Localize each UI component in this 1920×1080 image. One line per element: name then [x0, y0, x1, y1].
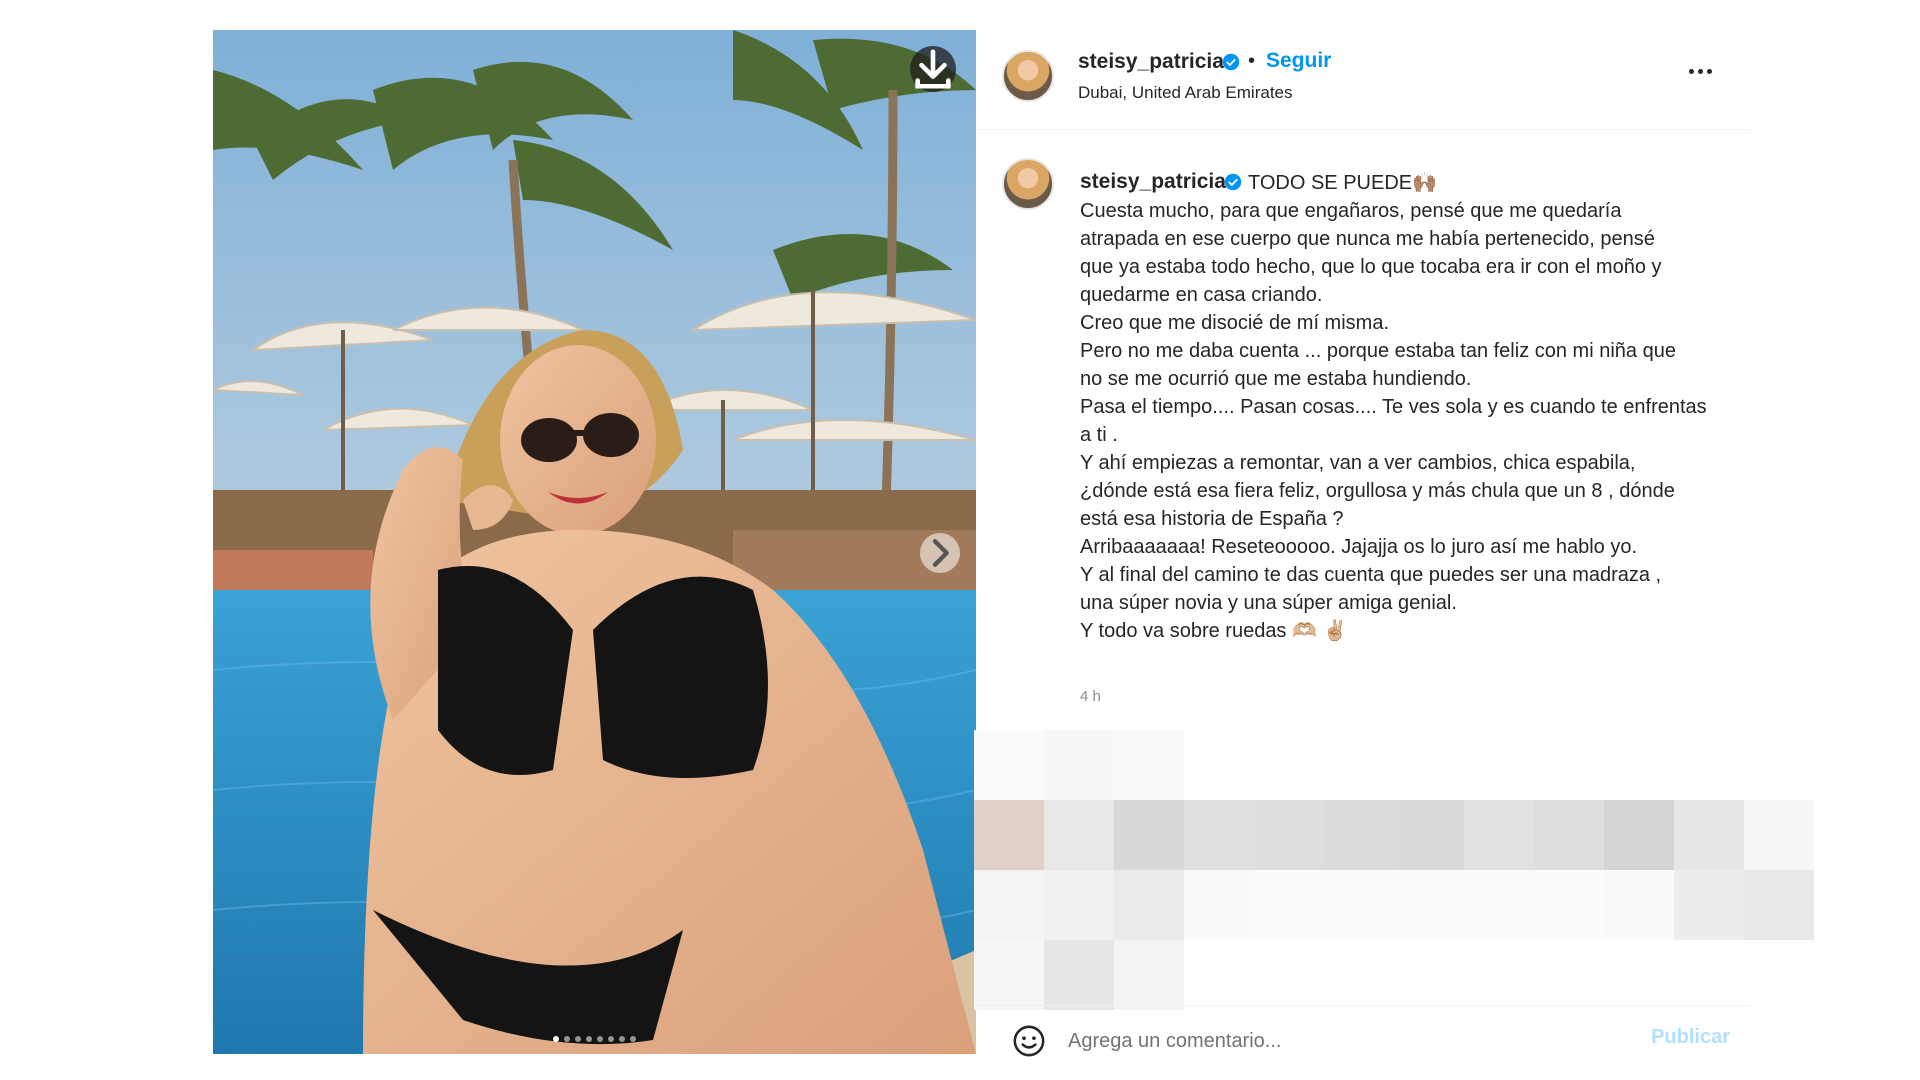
caption-line: atrapada en ese cuerpo que nunca me habí…: [1080, 228, 1655, 250]
verified-badge-icon: [1224, 173, 1242, 191]
pixelated-block: [1324, 870, 1394, 940]
header-separator: •: [1248, 50, 1256, 72]
carousel-dot: [608, 1036, 614, 1042]
verified-badge-icon: [1222, 53, 1240, 71]
post-location[interactable]: Dubai, United Arab Emirates: [1078, 83, 1293, 103]
carousel-indicator: [213, 1036, 976, 1042]
caption-line: Pasa el tiempo.... Pasan cosas.... Te ve…: [1080, 396, 1707, 418]
carousel-dot: [619, 1036, 625, 1042]
carousel-dot: [630, 1036, 636, 1042]
pixelated-block: [1114, 800, 1184, 870]
pixelated-block: [1044, 870, 1114, 940]
caption-username[interactable]: steisy_patricia: [1080, 170, 1226, 194]
pixelated-block: [1184, 800, 1254, 870]
caption-line: ¿dónde está esa fiera feliz, orgullosa y…: [1080, 480, 1675, 502]
photo-scene: [213, 30, 976, 1054]
pixelated-block: [1674, 870, 1744, 940]
author-username[interactable]: steisy_patricia: [1078, 50, 1224, 74]
pixelated-block: [1604, 800, 1674, 870]
pixelated-block: [974, 800, 1044, 870]
pixelated-block: [1254, 800, 1324, 870]
pixelated-block: [1674, 800, 1744, 870]
pixelated-block: [1044, 940, 1114, 1010]
caption-line: Y al final del camino te das cuenta que …: [1080, 564, 1662, 586]
more-options-button[interactable]: [1680, 56, 1720, 86]
carousel-dot: [586, 1036, 592, 1042]
author-avatar[interactable]: [1002, 50, 1054, 102]
caption-line: a ti .: [1080, 424, 1118, 446]
pixelated-block: [1464, 870, 1534, 940]
pixelated-block: [974, 870, 1044, 940]
pixelated-block: [974, 730, 1044, 800]
pixelated-block: [1744, 870, 1814, 940]
pixelated-block: [1254, 870, 1324, 940]
carousel-dot: [597, 1036, 603, 1042]
pixelated-block: [1114, 870, 1184, 940]
comment-bar: Publicar: [976, 1005, 1750, 1057]
carousel-next-button[interactable]: [920, 533, 960, 573]
caption-body: Cuesta mucho, para que engañaros, pensé …: [1080, 197, 1740, 645]
pixelated-block: [1604, 870, 1674, 940]
pixelated-block: [1394, 800, 1464, 870]
pixelated-block: [1394, 870, 1464, 940]
pixelated-block: [1534, 800, 1604, 870]
pixelated-block: [1534, 870, 1604, 940]
caption-line: Creo que me disocié de mí misma.: [1080, 312, 1390, 334]
chevron-right-icon: [932, 539, 949, 567]
post-photo[interactable]: [213, 30, 976, 1054]
pixelated-block: [1044, 730, 1114, 800]
caption-line: Pero no me daba cuenta ... porque estaba…: [1080, 340, 1676, 362]
emoji-icon[interactable]: [1012, 1024, 1046, 1058]
pixelated-block: [1044, 800, 1114, 870]
pixelated-block: [1464, 800, 1534, 870]
caption-line: quedarme en casa criando.: [1080, 284, 1323, 306]
post-header: steisy_patricia • Seguir Dubai, United A…: [976, 30, 1750, 130]
follow-button[interactable]: Seguir: [1266, 49, 1331, 73]
caption-title: TODO SE PUEDE🙌🏽: [1248, 172, 1438, 194]
caption-line: está esa historia de España ?: [1080, 508, 1344, 530]
caption-avatar[interactable]: [1002, 158, 1054, 210]
publish-button[interactable]: Publicar: [1651, 1026, 1730, 1049]
caption-line: Y todo va sobre ruedas 🫶🏼 ✌🏼: [1080, 620, 1348, 642]
pixelated-block: [1184, 870, 1254, 940]
pixelated-block: [1744, 800, 1814, 870]
download-button[interactable]: [910, 46, 956, 92]
pixelated-block: [1114, 940, 1184, 1010]
caption-line: Cuesta mucho, para que engañaros, pensé …: [1080, 200, 1622, 222]
carousel-dot: [564, 1036, 570, 1042]
pixelated-block: [974, 940, 1044, 1010]
caption-line: Arribaaaaaaa! Reseteooooo. Jajajja os lo…: [1080, 536, 1638, 558]
carousel-dot: [553, 1036, 559, 1042]
caption-line: no se me ocurrió que me estaba hundiendo…: [1080, 368, 1472, 390]
pixelated-block: [1324, 800, 1394, 870]
post-timestamp[interactable]: 4 h: [1080, 688, 1101, 705]
caption-line: una súper novia y una súper amiga genial…: [1080, 592, 1457, 614]
comment-input[interactable]: [1068, 1026, 1588, 1056]
download-icon: [915, 49, 951, 89]
pixelated-block: [1114, 730, 1184, 800]
more-options-icon: [1688, 68, 1694, 74]
carousel-dot: [575, 1036, 581, 1042]
post-side-panel: steisy_patricia • Seguir Dubai, United A…: [974, 30, 1814, 1057]
caption-line: que ya estaba todo hecho, que lo que toc…: [1080, 256, 1662, 278]
caption-line: Y ahí empiezas a remontar, van a ver cam…: [1080, 452, 1636, 474]
